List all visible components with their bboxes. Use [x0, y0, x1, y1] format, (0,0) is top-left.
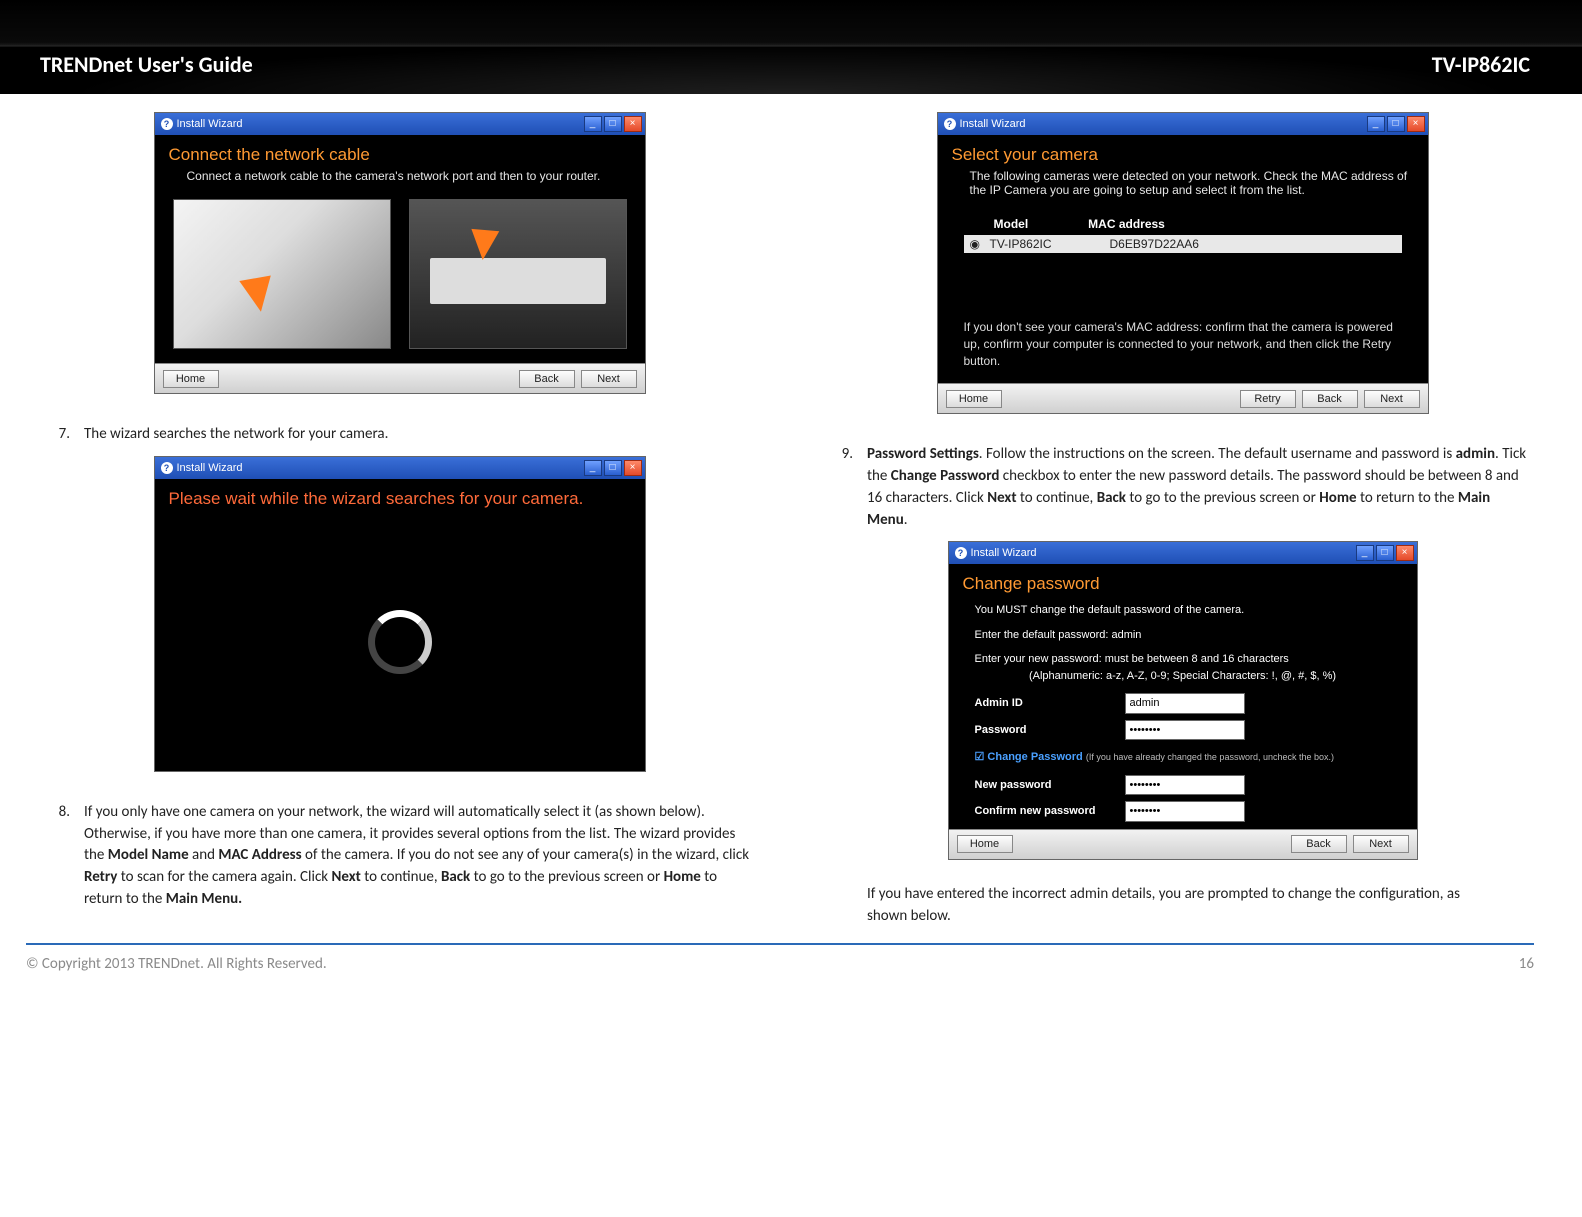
maximize-icon[interactable]: □ [604, 460, 622, 476]
window-title: Install Wizard [177, 462, 243, 474]
app-icon: ? [944, 118, 956, 130]
cell-mac: D6EB97D22AA6 [1110, 237, 1396, 251]
back-button[interactable]: Back [1291, 835, 1347, 853]
admin-id-field[interactable]: admin [1125, 693, 1245, 714]
minimize-icon[interactable]: _ [1356, 545, 1374, 561]
maximize-icon[interactable]: □ [1376, 545, 1394, 561]
wizard-searching: ? Install Wizard _ □ × Please wait while … [154, 456, 646, 772]
minimize-icon[interactable]: _ [584, 460, 602, 476]
camera-photo [173, 199, 391, 349]
wizard-connect-cable: ? Install Wizard _ □ × Connect the networ… [154, 112, 646, 394]
page-number: 16 [1519, 955, 1534, 973]
label-password: Password [975, 722, 1125, 739]
wizard-heading: Please wait while the wizard searches fo… [155, 479, 645, 513]
label-new-password: New password [975, 777, 1125, 794]
titlebar: ? Install Wizard _ □ × [155, 113, 645, 135]
confirm-password-field[interactable]: •••••••• [1125, 801, 1245, 822]
label-admin-id: Admin ID [975, 695, 1125, 712]
camera-row[interactable]: ◉ TV-IP862IC D6EB97D22AA6 [964, 235, 1402, 253]
pw-line3b: (Alphanumeric: a-z, A-Z, 0-9; Special Ch… [975, 668, 1391, 685]
next-button[interactable]: Next [1364, 390, 1420, 408]
guide-title: TRENDnet User's Guide [40, 51, 253, 78]
step-number: 8. [48, 802, 70, 911]
step-number: 7. [48, 424, 70, 446]
table-header: Model MAC address [964, 213, 1402, 235]
back-button[interactable]: Back [1302, 390, 1358, 408]
wizard-select-camera: ? Install Wizard _ □ × Select your camera… [937, 112, 1429, 414]
pw-line3: Enter your new password: must be between… [975, 651, 1391, 668]
app-icon: ? [955, 547, 967, 559]
app-icon: ? [161, 462, 173, 474]
col-mac: MAC address [1088, 217, 1165, 231]
step-7: 7. The wizard searches the network for y… [48, 424, 751, 446]
step-text: If you only have one camera on your netw… [84, 802, 751, 911]
help-note: If you don't see your camera's MAC addre… [938, 315, 1428, 383]
app-icon: ? [161, 118, 173, 130]
copyright: © Copyright 2013 TRENDnet. All Rights Re… [26, 955, 327, 973]
home-button[interactable]: Home [957, 835, 1013, 853]
wizard-subtext: Connect a network cable to the camera's … [155, 169, 645, 193]
titlebar: ? Install Wizard _ □ × [949, 542, 1417, 564]
close-icon[interactable]: × [624, 460, 642, 476]
wizard-change-password: ? Install Wizard _ □ × Change password Yo… [948, 541, 1418, 860]
wizard-heading: Connect the network cable [155, 135, 645, 169]
checkbox-icon[interactable]: ☑ [975, 751, 988, 763]
step-text: The wizard searches the network for your… [84, 424, 388, 446]
titlebar: ? Install Wizard _ □ × [938, 113, 1428, 135]
page-footer: © Copyright 2013 TRENDnet. All Rights Re… [26, 943, 1534, 997]
label-confirm-password: Confirm new password [975, 803, 1125, 820]
change-password-checkbox[interactable]: ☑ Change Password (If you have already c… [975, 743, 1391, 772]
wizard-heading: Change password [949, 564, 1417, 598]
home-button[interactable]: Home [163, 370, 219, 388]
router-photo [409, 199, 627, 349]
back-button[interactable]: Back [519, 370, 575, 388]
retry-button[interactable]: Retry [1240, 390, 1296, 408]
closing-paragraph: If you have entered the incorrect admin … [867, 884, 1498, 928]
col-model: Model [994, 217, 1029, 231]
step-text: Password Settings. Follow the instructio… [867, 444, 1534, 531]
minimize-icon[interactable]: _ [1367, 116, 1385, 132]
pw-line2: Enter the default password: admin [975, 627, 1391, 644]
close-icon[interactable]: × [1396, 545, 1414, 561]
wizard-heading: Select your camera [938, 135, 1428, 169]
step-8: 8. If you only have one camera on your n… [48, 802, 751, 911]
step-9: 9. Password Settings. Follow the instruc… [831, 444, 1534, 531]
titlebar: ? Install Wizard _ □ × [155, 457, 645, 479]
password-field[interactable]: •••••••• [1125, 720, 1245, 741]
next-button[interactable]: Next [581, 370, 637, 388]
radio-icon[interactable]: ◉ [970, 237, 990, 251]
window-title: Install Wizard [177, 118, 243, 130]
page-header: TRENDnet User's Guide TV-IP862IC [0, 0, 1582, 94]
spinner-icon [368, 610, 432, 674]
home-button[interactable]: Home [946, 390, 1002, 408]
close-icon[interactable]: × [624, 116, 642, 132]
step-number: 9. [831, 444, 853, 531]
maximize-icon[interactable]: □ [1387, 116, 1405, 132]
model-number: TV-IP862IC [1432, 51, 1530, 78]
close-icon[interactable]: × [1407, 116, 1425, 132]
window-title: Install Wizard [971, 547, 1037, 559]
new-password-field[interactable]: •••••••• [1125, 775, 1245, 796]
cell-model: TV-IP862IC [990, 237, 1110, 251]
wizard-subtext: The following cameras were detected on y… [938, 169, 1428, 207]
next-button[interactable]: Next [1353, 835, 1409, 853]
window-title: Install Wizard [960, 118, 1026, 130]
minimize-icon[interactable]: _ [584, 116, 602, 132]
maximize-icon[interactable]: □ [604, 116, 622, 132]
pw-line1: You MUST change the default password of … [975, 602, 1391, 619]
